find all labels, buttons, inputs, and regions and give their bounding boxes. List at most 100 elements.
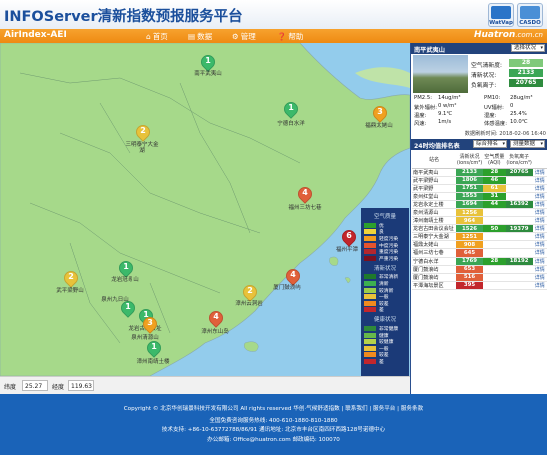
nav-item-manage[interactable]: ⚙ 管理 <box>232 31 256 42</box>
anion-cell <box>505 232 533 242</box>
station-name-cell: 泉州红堂山 <box>412 192 457 201</box>
meteo-row: PM2.5: 14ug/m³ PM10: 28ug/m³ <box>414 95 533 101</box>
detail-link[interactable]: 详情 <box>532 200 547 209</box>
legend-title: 健康状况 <box>373 317 396 324</box>
latitude-field[interactable]: 25.27 <box>22 380 48 391</box>
table-row: 厦门鼓浪屿 516 详情 <box>412 273 547 282</box>
map-marker[interactable]: 2 <box>61 268 81 289</box>
map-marker[interactable]: 3 <box>140 314 160 335</box>
fresh-status-cell: 1769 <box>456 257 483 266</box>
detail-link[interactable]: 详情 <box>532 281 547 290</box>
longitude-field[interactable]: 119.63 <box>68 380 94 391</box>
aqi-cell <box>482 208 506 218</box>
map-marker[interactable]: 4 <box>206 308 226 329</box>
fresh-status-cell: 395 <box>456 281 483 290</box>
table-row: 厦门鼓浪屿 653 详情 <box>412 265 547 274</box>
table-header-row: 站名 清新状况(ions/cm³) 空气质量(AQI) 负氧离子(ions/cm… <box>412 154 547 169</box>
detail-link[interactable]: 详情 <box>532 232 547 242</box>
table-row: 武平梁野山 1806 46 详情 <box>412 176 547 185</box>
aqi-cell: 28 <box>482 168 506 177</box>
station-name-cell: 三明泰宁大金湖 <box>412 232 457 242</box>
footer: Copyright © 北京华创瑞景科技开发有限公司 All rights re… <box>0 394 547 455</box>
footer-hotline: 全国免费咨询服务热线: 400-610-1880-810-1880 <box>209 418 338 424</box>
station-name-cell: 宁德白水洋 <box>412 257 457 266</box>
fresh-status-cell: 964 <box>456 216 483 226</box>
detail-link[interactable]: 详情 <box>532 240 547 250</box>
map-view[interactable]: 1 南平武夷山 1 宁德白水洋 3 福鼎太姥山 2 三明泰宁大金湖 4 福州三坊… <box>0 43 410 376</box>
latitude-label: 纬度 <box>4 384 17 391</box>
anion-cell <box>505 216 533 226</box>
anion-cell <box>505 265 533 274</box>
longitude-label: 经度 <box>52 384 65 391</box>
casdo-logo[interactable]: CASDO <box>517 3 543 27</box>
detail-link[interactable]: 详情 <box>532 168 547 177</box>
detail-link[interactable]: 详情 <box>532 208 547 218</box>
ranking-data-select[interactable]: 测量数据 <box>510 140 545 148</box>
marker-label: 厦门鼓浪屿 <box>273 285 301 291</box>
status-select[interactable]: 选择状况 <box>511 44 545 52</box>
aqi-cell: 61 <box>482 184 506 193</box>
station-header: 南平武夷山 选择状况 <box>411 43 547 54</box>
map-marker[interactable]: 3 <box>370 103 390 124</box>
nav-item-home[interactable]: ⌂ 首页 <box>146 31 168 42</box>
detail-link[interactable]: 详情 <box>532 176 547 185</box>
detail-link[interactable]: 详情 <box>532 184 547 193</box>
brand-logo[interactable]: Huatron.com.cn <box>474 30 543 40</box>
station-name-cell: 龙岩永定土楼 <box>412 200 457 209</box>
watvap-logo-mark <box>491 6 511 19</box>
aqi-cell: 44 <box>482 200 506 209</box>
marker-label: 福鼎太姥山 <box>365 123 393 129</box>
map-marker[interactable]: 4 <box>295 184 315 205</box>
meteo-row: 温度: 9.1℃ 湿度: 25.4% <box>414 111 527 119</box>
ranking-sort-select[interactable]: 综合排名 <box>473 140 507 148</box>
map-marker[interactable]: 2 <box>133 122 153 143</box>
nav-item-help[interactable]: ❓ 帮助 <box>277 31 303 42</box>
station-name-cell: 厦门鼓浪屿 <box>412 273 457 282</box>
station-name-cell: 南平武夷山 <box>412 168 457 177</box>
marker-label: 三明泰宁大金湖 <box>125 142 159 154</box>
detail-link[interactable]: 详情 <box>532 265 547 274</box>
station-name-cell: 福鼎太姥山 <box>412 240 457 250</box>
map-marker[interactable]: 1 <box>118 298 138 319</box>
aqi-cell <box>482 281 506 290</box>
station-name-cell: 龙岩古田会议会址 <box>412 224 457 234</box>
aqi-cell: 31 <box>482 192 506 201</box>
table-row: 福州三坊七巷 645 详情 <box>412 248 547 258</box>
table-row: 龙岩永定土楼 1694 44 16392 详情 <box>412 200 547 209</box>
fresh-status-cell: 2133 <box>456 168 483 177</box>
station-name-cell: 武平梁野 <box>412 184 457 193</box>
map-legend: 空气质量 优 良 轻度污染 中度污染 重度污染 严重污染 清新状况 非常清新 清… <box>361 208 409 376</box>
marker-label: 漳州南靖土楼 <box>136 359 170 365</box>
ranking-title: 24时均值排名表 <box>414 143 460 150</box>
province-map <box>0 43 410 376</box>
legend-item: 差 <box>364 307 406 313</box>
map-marker[interactable]: 1 <box>281 99 301 120</box>
station-name-cell: 厦门鼓浪屿 <box>412 265 457 274</box>
detail-link[interactable]: 详情 <box>532 273 547 282</box>
map-marker[interactable]: 6 <box>339 227 359 248</box>
watvap-logo[interactable]: WatVap <box>488 3 514 27</box>
home-icon: ⌂ <box>146 32 151 41</box>
detail-link[interactable]: 详情 <box>532 224 547 234</box>
marker-label: 福州三坊七巷 <box>288 205 322 211</box>
legend-title: 空气质量 <box>373 214 396 220</box>
nav-item-data[interactable]: ▤ 数据 <box>188 31 212 42</box>
marker-label: 福州平潭 <box>335 247 358 253</box>
detail-link[interactable]: 详情 <box>532 216 547 226</box>
top-header: INFOServer清新指数预报服务平台 WatVap CASDO <box>0 0 547 29</box>
aqi-cell <box>482 248 506 258</box>
station-name-cell: 泉州清源山 <box>412 208 457 218</box>
anion-row: 负氧离子: 20765 <box>471 79 546 89</box>
legend-item: 较差 <box>364 300 406 307</box>
station-name-cell: 漳州南靖土楼 <box>412 216 457 226</box>
fresh-status-cell: 1251 <box>456 232 483 242</box>
map-marker[interactable]: 1 <box>144 338 164 359</box>
fresh-status-cell: 1806 <box>456 176 483 185</box>
detail-link[interactable]: 详情 <box>532 192 547 201</box>
fresh-status-cell: 1553 <box>456 192 483 201</box>
detail-link[interactable]: 详情 <box>532 248 547 258</box>
aqi-cell <box>482 265 506 274</box>
detail-link[interactable]: 详情 <box>532 257 547 266</box>
fresh-status-cell: 908 <box>456 240 483 250</box>
fresh-status-cell: 1751 <box>456 184 483 193</box>
